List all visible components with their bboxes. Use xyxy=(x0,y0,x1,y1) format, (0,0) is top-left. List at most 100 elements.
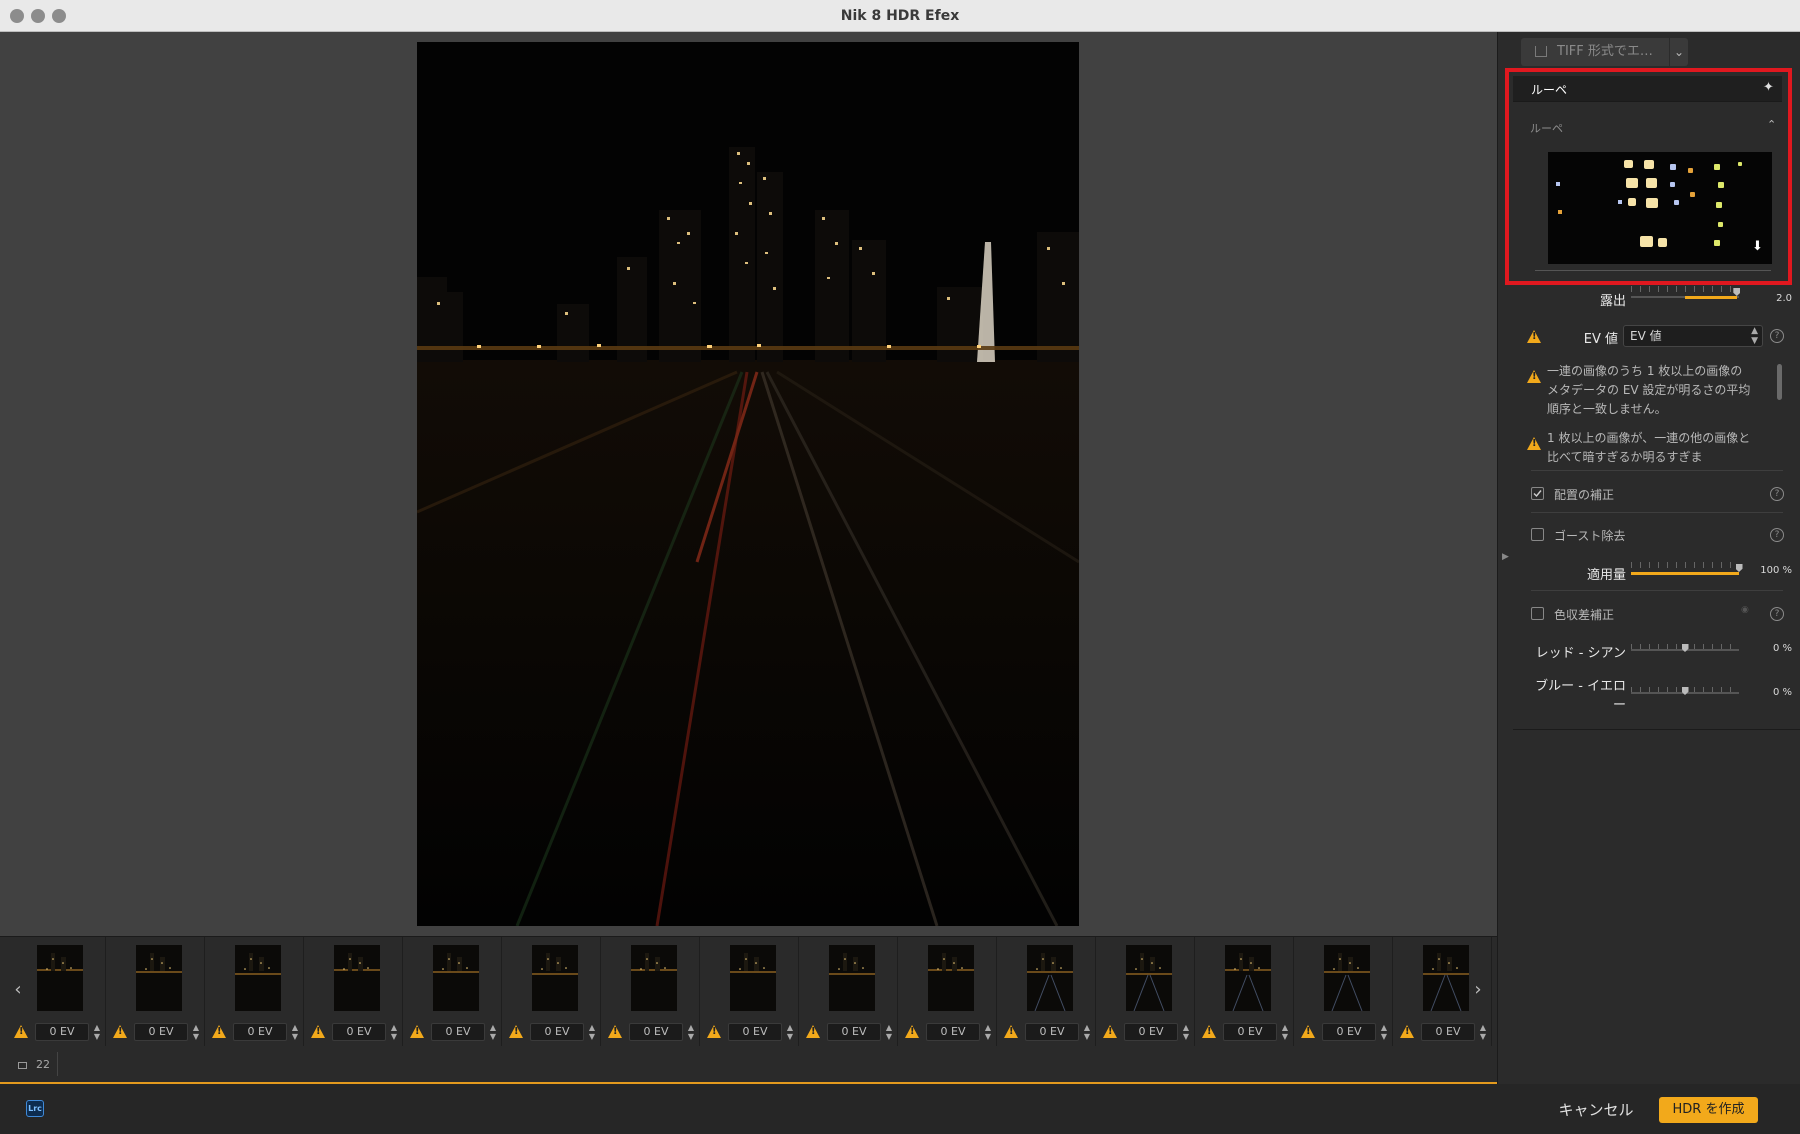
ev-stepper[interactable]: ▲ ▼ xyxy=(388,1023,400,1041)
ev-stepper[interactable]: ▲ ▼ xyxy=(1378,1023,1390,1041)
filmstrip-thumbnail[interactable]: 0 EV▲▼ xyxy=(1195,937,1294,1047)
amount-slider-knob[interactable] xyxy=(1735,564,1743,572)
filmstrip-thumbnail[interactable]: 0 EV▲▼ xyxy=(1393,937,1492,1047)
exposure-slider-fill xyxy=(1685,296,1737,299)
ev-input[interactable]: 0 EV xyxy=(233,1023,287,1041)
ev-input[interactable]: 0 EV xyxy=(134,1023,188,1041)
export-dropdown-button[interactable]: ⌄ xyxy=(1670,38,1688,66)
ev-input[interactable]: 0 EV xyxy=(1025,1023,1079,1041)
warning-scrollbar[interactable] xyxy=(1777,364,1782,400)
thumbnail-image[interactable] xyxy=(1225,945,1271,1011)
warning-icon xyxy=(410,1025,424,1038)
settings-panel: TIFF 形式でエ… ⌄ ルーペ ✦ ルーペ ⌃ ⬇ 露出 2.0 ! EV 値… xyxy=(1505,32,1800,1084)
warning-icon xyxy=(1202,1025,1216,1038)
ev-input[interactable]: 0 EV xyxy=(728,1023,782,1041)
export-label: TIFF 形式でエ… xyxy=(1557,44,1653,59)
ev-stepper[interactable]: ▲ ▼ xyxy=(883,1023,895,1041)
ev-stepper[interactable]: ▲ ▼ xyxy=(982,1023,994,1041)
thumbnail-image[interactable] xyxy=(334,945,380,1011)
exposure-value: 2.0 xyxy=(1776,293,1792,304)
ev-input[interactable]: 0 EV xyxy=(35,1023,89,1041)
ghost-removal-checkbox[interactable] xyxy=(1531,528,1544,541)
footer-bar: Lrc キャンセル HDR を作成 xyxy=(0,1084,1800,1134)
warning-icon xyxy=(1301,1025,1315,1038)
panel-collapse-icon[interactable]: ▶ xyxy=(1502,552,1509,562)
thumbnail-image[interactable] xyxy=(631,945,677,1011)
ev-stepper[interactable]: ▲ ▼ xyxy=(1081,1023,1093,1041)
ev-stepper[interactable]: ▲ ▼ xyxy=(1279,1023,1291,1041)
ev-input[interactable]: 0 EV xyxy=(926,1023,980,1041)
thumbnail-image[interactable] xyxy=(730,945,776,1011)
ev-input[interactable]: 0 EV xyxy=(1124,1023,1178,1041)
filmstrip-thumbnail[interactable]: 0 EV▲▼ xyxy=(898,937,997,1047)
thumbnail-image[interactable] xyxy=(829,945,875,1011)
ev-stepper[interactable]: ▲ ▼ xyxy=(487,1023,499,1041)
help-icon[interactable]: ? xyxy=(1770,528,1784,542)
filmstrip-thumbnail[interactable]: 0 EV▲▼ xyxy=(601,937,700,1047)
status-divider xyxy=(57,1052,58,1076)
chromatic-label: 色収差補正 xyxy=(1554,608,1615,622)
exposure-label: 露出 xyxy=(1599,294,1626,309)
eye-icon[interactable]: ◉ xyxy=(1741,605,1749,615)
ev-stepper[interactable]: ▲ ▼ xyxy=(586,1023,598,1041)
ev-input[interactable]: 0 EV xyxy=(530,1023,584,1041)
thumbnail-image[interactable] xyxy=(136,945,182,1011)
filmstrip-thumbnail[interactable]: 0 EV▲▼ xyxy=(997,937,1096,1047)
ev-stepper[interactable]: ▲ ▼ xyxy=(91,1023,103,1041)
ev-input[interactable]: 0 EV xyxy=(332,1023,386,1041)
thumbnail-image[interactable] xyxy=(235,945,281,1011)
preview-canvas[interactable] xyxy=(0,32,1497,936)
section-divider xyxy=(1531,512,1783,513)
cancel-button[interactable]: キャンセル xyxy=(1548,1097,1644,1123)
warning-icon xyxy=(212,1025,226,1038)
filmstrip-thumbnail[interactable]: 0 EV▲▼ xyxy=(7,937,106,1047)
ev-stepper[interactable]: ▲ ▼ xyxy=(1180,1023,1192,1041)
ev-stepper[interactable]: ▲ ▼ xyxy=(289,1023,301,1041)
filmstrip-thumbnail[interactable]: 0 EV▲▼ xyxy=(502,937,601,1047)
ev-stepper[interactable]: ▲ ▼ xyxy=(784,1023,796,1041)
help-icon[interactable]: ? xyxy=(1770,329,1784,343)
help-icon[interactable]: ? xyxy=(1770,487,1784,501)
filmstrip-thumbnail[interactable]: 0 EV▲▼ xyxy=(304,937,403,1047)
filmstrip-thumbnail[interactable]: 0 EV▲▼ xyxy=(403,937,502,1047)
status-bar: 22 xyxy=(0,1046,1497,1084)
filmstrip-thumbnail[interactable]: 0 EV▲▼ xyxy=(205,937,304,1047)
ev-input[interactable]: 0 EV xyxy=(1223,1023,1277,1041)
create-hdr-button[interactable]: HDR を作成 xyxy=(1659,1097,1758,1123)
ev-value-selected: EV 値 xyxy=(1630,329,1662,343)
filmstrip-thumbnail[interactable]: 0 EV▲▼ xyxy=(1294,937,1393,1047)
filmstrip-thumbnail[interactable]: 0 EV▲▼ xyxy=(700,937,799,1047)
ev-stepper[interactable]: ▲ ▼ xyxy=(1477,1023,1489,1041)
alignment-checkbox[interactable] xyxy=(1531,487,1544,500)
ev-input[interactable]: 0 EV xyxy=(1421,1023,1475,1041)
thumbnail-image[interactable] xyxy=(1423,945,1469,1011)
thumbnail-image[interactable] xyxy=(1324,945,1370,1011)
ev-stepper[interactable]: ▲ ▼ xyxy=(685,1023,697,1041)
thumbnail-image[interactable] xyxy=(928,945,974,1011)
thumbnail-image[interactable] xyxy=(1126,945,1172,1011)
warning-icon xyxy=(1527,437,1541,450)
warning-icon xyxy=(1527,370,1541,383)
help-icon[interactable]: ? xyxy=(1770,607,1784,621)
thumbnail-image[interactable] xyxy=(37,945,83,1011)
exposure-slider-knob[interactable] xyxy=(1733,288,1741,296)
chromatic-checkbox[interactable] xyxy=(1531,607,1544,620)
preview-image[interactable] xyxy=(417,42,1079,926)
select-arrows-icon: ▲ ▼ xyxy=(1751,326,1758,346)
ev-input[interactable]: 0 EV xyxy=(827,1023,881,1041)
ev-value-select[interactable]: EV 値 ▲ ▼ xyxy=(1623,325,1763,347)
filmstrip-thumbnail[interactable]: 0 EV▲▼ xyxy=(1096,937,1195,1047)
ev-stepper[interactable]: ▲ ▼ xyxy=(190,1023,202,1041)
checkmark-icon xyxy=(1533,490,1542,498)
warning-icon xyxy=(509,1025,523,1038)
filmstrip-thumbnail[interactable]: 0 EV▲▼ xyxy=(799,937,898,1047)
export-button[interactable]: TIFF 形式でエ… xyxy=(1521,38,1669,66)
ev-input[interactable]: 0 EV xyxy=(1322,1023,1376,1041)
ev-input[interactable]: 0 EV xyxy=(431,1023,485,1041)
ev-input[interactable]: 0 EV xyxy=(629,1023,683,1041)
filmstrip-thumbnail[interactable]: 0 EV▲▼ xyxy=(106,937,205,1047)
thumbnail-image[interactable] xyxy=(1027,945,1073,1011)
blue-yellow-label: ブルー - イエロー xyxy=(1535,679,1626,713)
thumbnail-image[interactable] xyxy=(433,945,479,1011)
thumbnail-image[interactable] xyxy=(532,945,578,1011)
